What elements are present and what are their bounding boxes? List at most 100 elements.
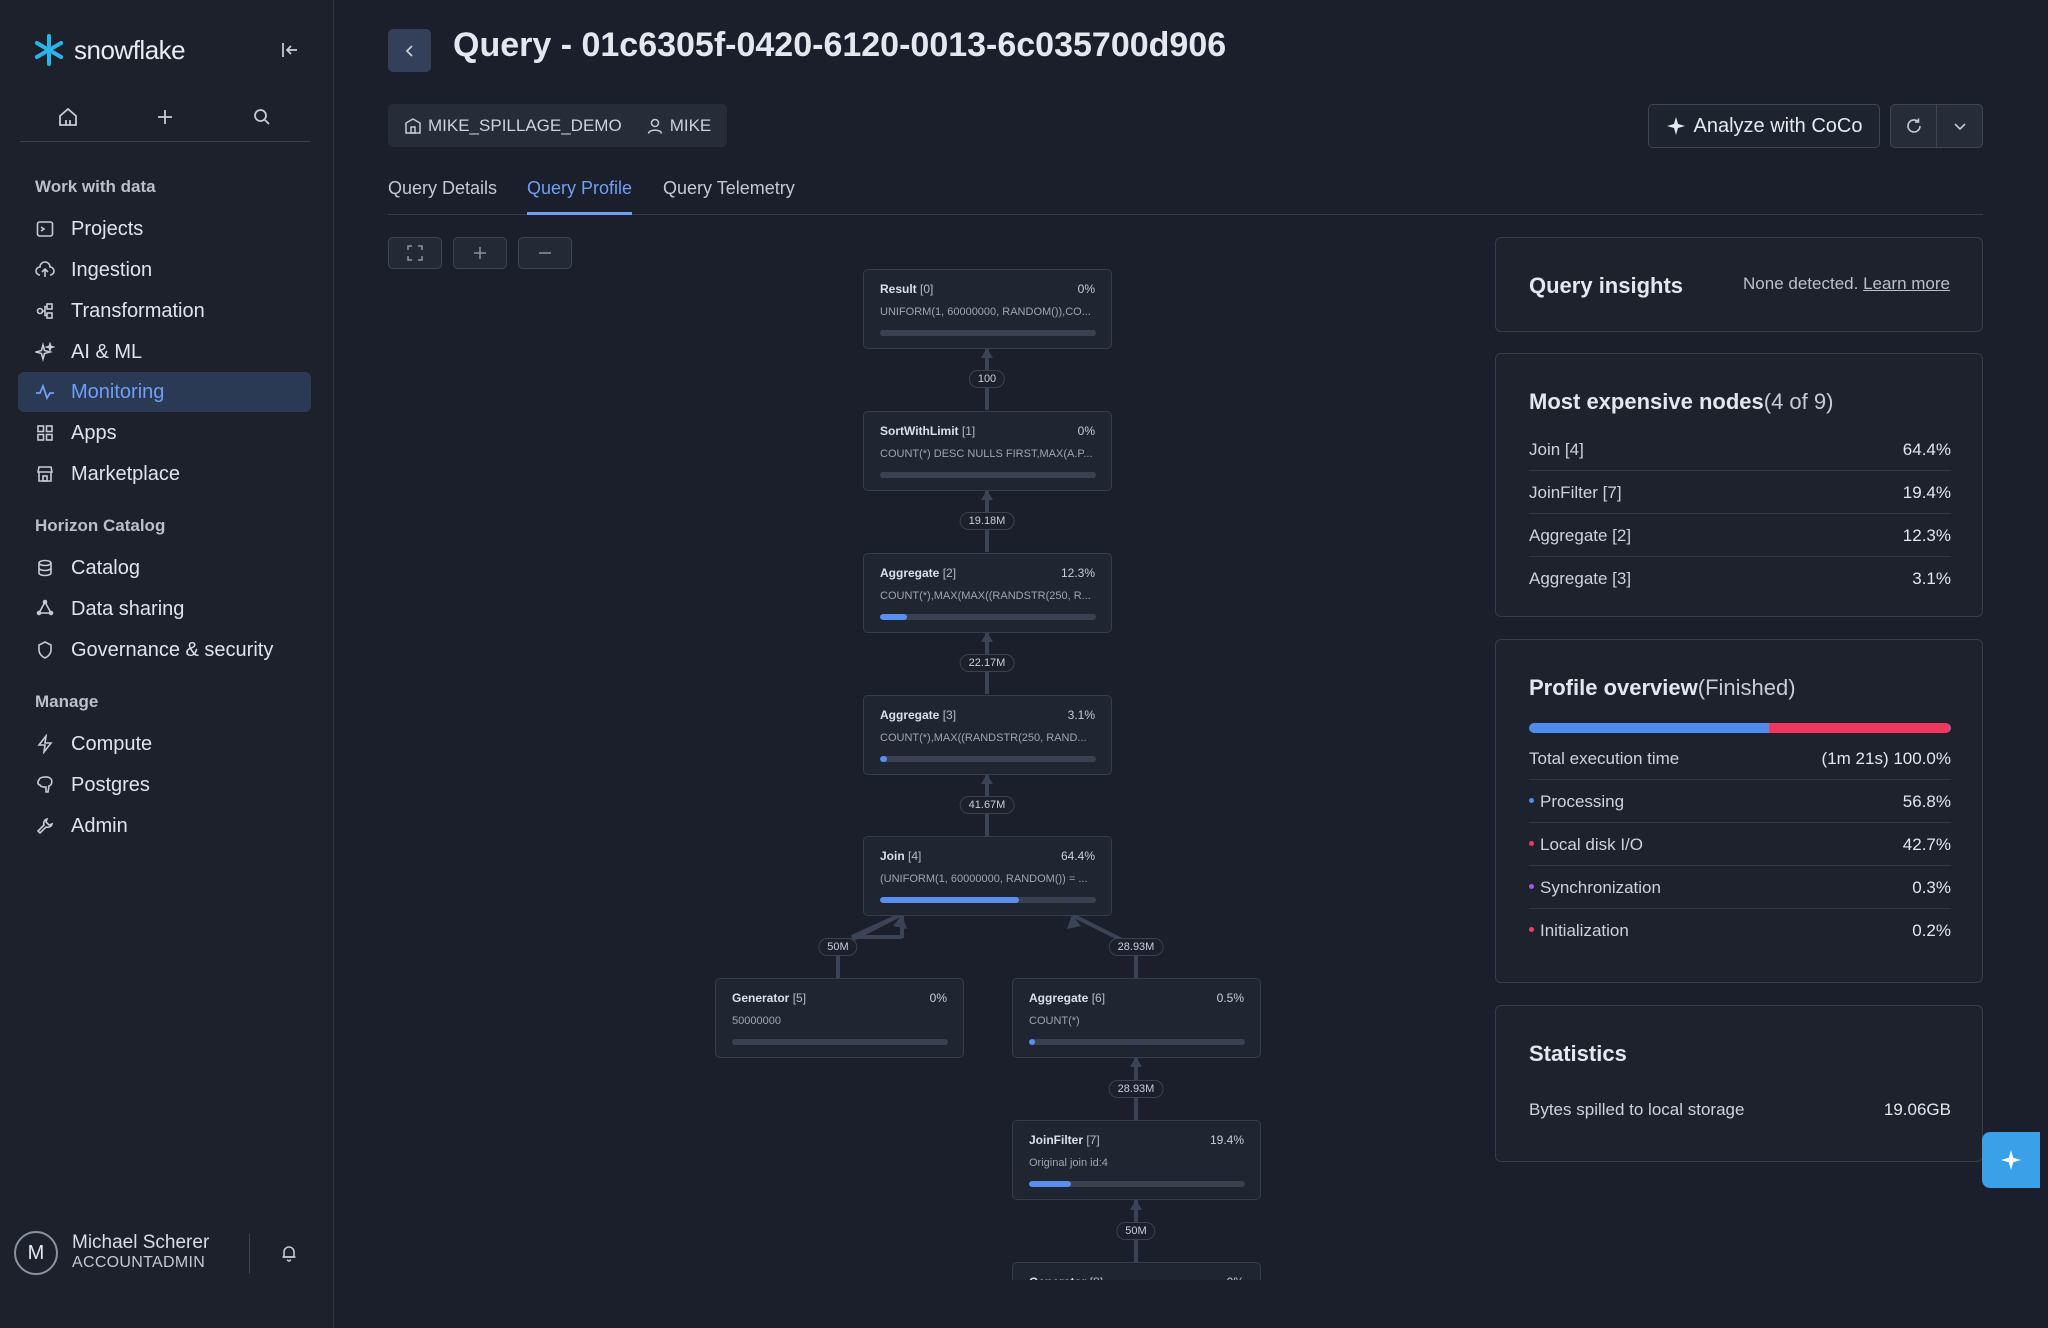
execution-time-segment: [1768, 723, 1949, 733]
sidebar-item-label: Marketplace: [71, 462, 180, 485]
graph-node[interactable]: Aggregate [2] 12.3% COUNT(*),MAX(MAX((RAND…: [863, 553, 1112, 633]
graph-node[interactable]: Join [4] 64.4% (UNIFORM(1, 60000000, RANDO…: [863, 836, 1112, 916]
sidebar-item-label: Projects: [71, 217, 144, 240]
legend-dot: [1529, 927, 1534, 933]
legend-dot: [1529, 883, 1534, 889]
avatar: M: [14, 1231, 58, 1275]
sidebar-item-monitoring[interactable]: Monitoring: [18, 372, 311, 412]
sidebar-item-compute[interactable]: Compute: [18, 724, 311, 764]
query-profile-graph[interactable]: Result [0] 0% UNIFORM(1, 60000000, RANDOM(…: [700, 260, 1300, 1280]
analyze-with-coco-button[interactable]: Analyze with CoCo: [1648, 104, 1880, 148]
tab-query-telemetry[interactable]: Query Telemetry: [663, 178, 795, 215]
node-progress-bar: [880, 330, 1096, 336]
page-title: Query - 01c6305f-0420-6120-0013-6c035700…: [453, 26, 1227, 64]
notifications-button[interactable]: [276, 1240, 302, 1266]
create-button[interactable]: [145, 97, 185, 137]
node-description: COUNT(*) DESC NULLS FIRST,MAX(A.P...: [880, 448, 1093, 460]
graph-node[interactable]: Generator [5] 0% 50000000: [715, 978, 964, 1058]
sidebar-item-label: Transformation: [71, 299, 205, 322]
user-role: ACCOUNTADMIN: [72, 1254, 206, 1271]
graph-node[interactable]: JoinFilter [7] 19.4% Original join id:4: [1012, 1120, 1261, 1200]
learn-more-link[interactable]: Learn more: [1863, 274, 1950, 293]
grid-icon: [37, 425, 53, 441]
expensive-node-row[interactable]: Aggregate [3] 3.1%: [1529, 558, 1951, 600]
sidebar-item-label: Admin: [71, 814, 128, 837]
sidebar-item-ingestion[interactable]: Ingestion: [18, 250, 311, 290]
wrench-icon: [36, 817, 54, 835]
expensive-node-value: 3.1%: [1912, 569, 1951, 588]
expensive-node-name: JoinFilter [7]: [1529, 482, 1622, 502]
expensive-node-row[interactable]: Join [4] 64.4%: [1529, 429, 1951, 471]
search-button[interactable]: [242, 97, 282, 137]
total-execution-label: Total execution time: [1529, 748, 1680, 768]
node-index: [2]: [942, 566, 957, 580]
expensive-node-name: Aggregate [2]: [1529, 525, 1632, 545]
sidebar-item-label: Compute: [71, 732, 153, 755]
stat-label: Bytes spilled to local storage: [1529, 1100, 1745, 1119]
node-progress-fill: [1029, 1181, 1071, 1187]
graph-node[interactable]: Generator [8] 0%: [1012, 1262, 1261, 1280]
profile-overview-panel: Profile overview(Finished) Total executi…: [1495, 639, 1983, 983]
node-name: JoinFilter [7]: [1029, 1133, 1100, 1147]
tab-query-profile[interactable]: Query Profile: [527, 178, 633, 215]
node-name: Aggregate [3]: [880, 708, 956, 722]
store-icon: [37, 466, 53, 482]
node-description: UNIFORM(1, 60000000, RANDOM()),CO...: [880, 306, 1091, 318]
sidebar-item-apps[interactable]: Apps: [18, 413, 311, 453]
fit-view-button[interactable]: [388, 237, 442, 269]
collapse-sidebar-button[interactable]: [276, 36, 304, 64]
sidebar-item-label: AI & ML: [71, 340, 143, 363]
node-index: [6]: [1091, 991, 1106, 1005]
tab-query-details[interactable]: Query Details: [388, 178, 497, 215]
sidebar-item-label: Ingestion: [71, 258, 153, 281]
execution-time-bar: [1529, 723, 1951, 733]
sparkle-icon: [1666, 117, 1685, 135]
graph-node[interactable]: Result [0] 0% UNIFORM(1, 60000000, RANDOM(…: [863, 269, 1112, 349]
sidebar-item-catalog[interactable]: Catalog: [18, 548, 311, 588]
node-name: SortWithLimit [1]: [880, 424, 975, 438]
node-percentage: 0%: [1077, 424, 1095, 438]
node-index: [7]: [1086, 1133, 1100, 1147]
profile-breakdown-label: Processing: [1529, 792, 1624, 812]
node-operator: Join: [880, 849, 909, 863]
profile-breakdown-value: 0.3%: [1912, 877, 1951, 897]
refresh-button[interactable]: [1891, 105, 1937, 147]
zoom-out-button[interactable]: [518, 237, 572, 269]
expensive-node-row[interactable]: Aggregate [2] 12.3%: [1529, 515, 1951, 557]
graph-node[interactable]: SortWithLimit [1] 0% COUNT(*) DESC NULLS F…: [863, 411, 1112, 491]
snowflake-logo[interactable]: snowflake: [32, 32, 186, 68]
graph-node[interactable]: Aggregate [3] 3.1% COUNT(*),MAX((RANDSTR(2…: [863, 695, 1112, 775]
sidebar-item-data-sharing[interactable]: Data sharing: [18, 589, 311, 629]
elephant-icon: [37, 776, 53, 793]
activity-icon: [36, 383, 54, 401]
node-index: [0]: [920, 282, 934, 296]
user-menu[interactable]: M Michael Scherer ACCOUNTADMIN: [14, 1230, 320, 1276]
plus-icon: [474, 247, 486, 259]
insights-status-text: None detected.: [1743, 274, 1859, 293]
node-percentage: 3.1%: [1067, 708, 1095, 722]
sidebar-item-governance[interactable]: Governance & security: [18, 630, 311, 670]
section-work-with-data: Work with data: [35, 177, 156, 196]
zoom-in-button[interactable]: [453, 237, 507, 269]
snowflake-icon: [34, 34, 64, 66]
refresh-options-dropdown[interactable]: [1937, 105, 1982, 147]
edge-row-count: 28.93M: [1108, 938, 1164, 956]
sidebar-item-ai-ml[interactable]: AI & ML: [18, 332, 311, 372]
total-execution-row: Total execution time (1m 21s) 100.0%: [1529, 738, 1951, 780]
edge-row-count: 28.93M: [1108, 1080, 1164, 1098]
expensive-node-row[interactable]: JoinFilter [7] 19.4%: [1529, 472, 1951, 514]
graph-node[interactable]: Aggregate [6] 0.5% COUNT(*): [1012, 978, 1261, 1058]
stat-value: 19.06GB: [1883, 1100, 1951, 1119]
sidebar-item-admin[interactable]: Admin: [18, 806, 311, 846]
database-name: MIKE_SPILLAGE_DEMO: [428, 115, 622, 135]
sidebar-item-postgres[interactable]: Postgres: [18, 765, 311, 805]
sidebar-item-transformation[interactable]: Transformation: [18, 291, 311, 331]
sidebar-item-projects[interactable]: Projects: [18, 209, 311, 249]
node-description: COUNT(*),MAX((RANDSTR(250, RAND...: [880, 732, 1087, 744]
coco-assistant-button[interactable]: [1982, 1132, 2040, 1188]
back-button[interactable]: [388, 29, 431, 72]
profile-breakdown-label: Synchronization: [1529, 878, 1661, 898]
profile-breakdown-value: 56.8%: [1902, 791, 1951, 811]
sidebar-item-marketplace[interactable]: Marketplace: [18, 454, 311, 494]
home-button[interactable]: [48, 97, 88, 137]
